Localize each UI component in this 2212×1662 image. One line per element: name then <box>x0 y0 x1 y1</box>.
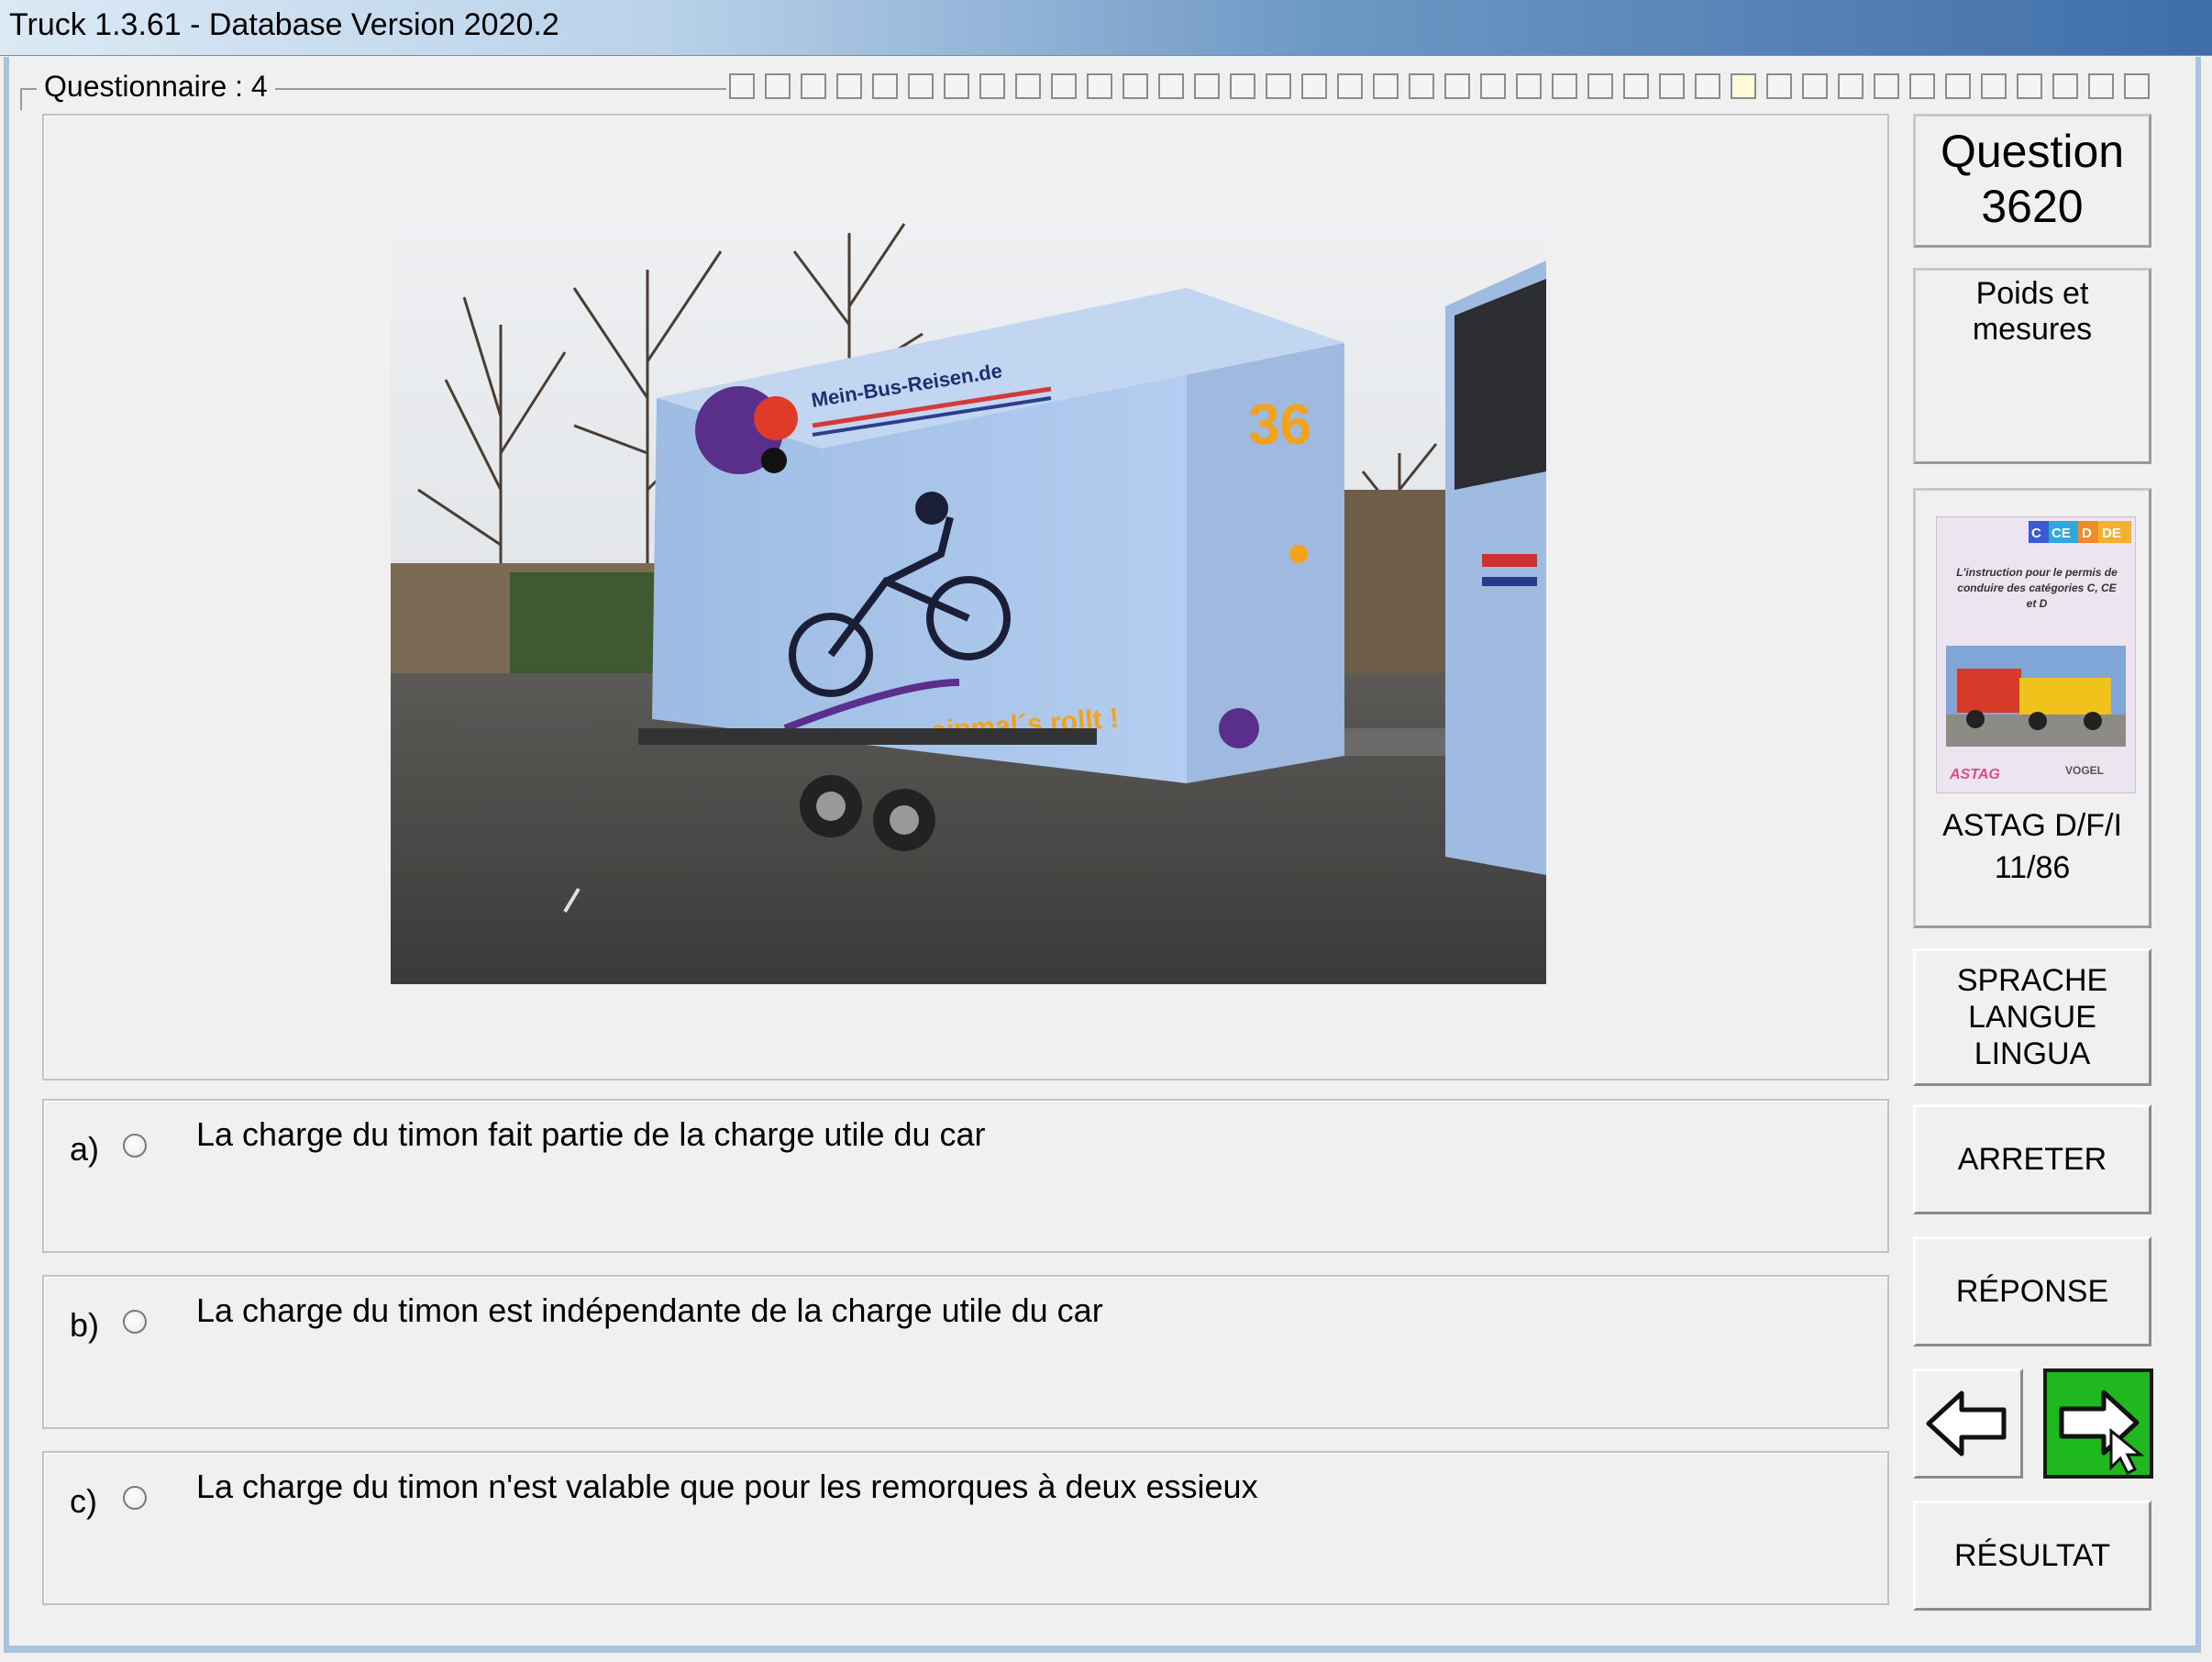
group-border-left <box>20 88 22 110</box>
arrow-left-icon <box>1926 1391 2007 1457</box>
language-button-it: LINGUA <box>1974 1036 2091 1071</box>
progress-cell <box>1659 73 1685 99</box>
badge-de: DE <box>2102 526 2121 541</box>
question-photo: Mein-Bus-Reisen.de 36 …einmal´s rollt ! <box>391 215 1546 984</box>
category-label: Poids et mesures <box>1972 276 2093 347</box>
book-logo-left: ASTAG <box>1949 767 2000 782</box>
progress-cell <box>908 73 934 99</box>
badge-d: D <box>2082 526 2092 541</box>
question-title: Question <box>1940 126 2125 177</box>
progress-cell <box>1909 73 1935 99</box>
progress-cell <box>1874 73 1899 99</box>
progress-cell <box>1087 73 1112 99</box>
progress-cell <box>872 73 898 99</box>
stop-button[interactable]: ARRETER <box>1913 1104 2151 1214</box>
answer-b-radio[interactable] <box>123 1310 147 1334</box>
progress-cell <box>2017 73 2042 99</box>
progress-cell <box>1266 73 1291 99</box>
book-cover-text: L'instruction pour le permis de conduire… <box>1956 566 2118 610</box>
answer-c-text[interactable]: La charge du timon n'est valable que pou… <box>196 1468 1258 1506</box>
language-button-de: SPRACHE <box>1956 963 2108 998</box>
badge-ce: CE <box>2052 526 2071 541</box>
answer-b-panel[interactable]: b) La charge du timon est indépendante d… <box>42 1275 1889 1429</box>
progress-cell <box>765 73 791 99</box>
answer-a-panel[interactable]: a) La charge du timon fait partie de la … <box>42 1099 1889 1253</box>
answer-a-letter: a) <box>70 1130 100 1168</box>
book-cover-svg: C CE D DE L'instruction pour le permis d… <box>1937 517 2135 792</box>
language-button[interactable]: SPRACHE LANGUE LINGUA <box>1913 948 2151 1086</box>
book-cover-image: C CE D DE L'instruction pour le permis d… <box>1936 516 2136 793</box>
progress-cell <box>2052 73 2078 99</box>
progress-cell <box>1802 73 1828 99</box>
answer-b-text[interactable]: La charge du timon est indépendante de l… <box>196 1291 1103 1330</box>
answer-button[interactable]: RÉPONSE <box>1913 1236 2151 1346</box>
language-button-fr: LANGUE <box>1968 1000 2096 1035</box>
book-label-line2: 11/86 <box>1994 850 2071 885</box>
reference-book-box: C CE D DE L'instruction pour le permis d… <box>1913 488 2151 928</box>
progress-cell <box>1552 73 1577 99</box>
progress-cell <box>836 73 862 99</box>
progress-cell <box>2124 73 2150 99</box>
question-number: 3620 <box>1981 181 2084 232</box>
progress-cell <box>944 73 969 99</box>
progress-cell <box>1838 73 1864 99</box>
answer-c-panel[interactable]: c) La charge du timon n'est valable que … <box>42 1451 1889 1605</box>
book-logo-right: VOGEL <box>2065 764 2104 777</box>
progress-cell <box>1409 73 1434 99</box>
question-progress-bar <box>729 73 2160 101</box>
title-bar: Truck 1.3.61 - Database Version 2020.2 <box>0 0 2212 56</box>
progress-cell <box>1480 73 1506 99</box>
badge-c: C <box>2031 526 2041 541</box>
progress-cell <box>1337 73 1363 99</box>
trailer-number-text: 36 <box>1248 393 1311 457</box>
arrow-right-icon <box>2059 1390 2145 1476</box>
trailer-photo-svg: Mein-Bus-Reisen.de 36 …einmal´s rollt ! <box>391 215 1546 984</box>
progress-cell <box>1731 73 1756 99</box>
result-button[interactable]: RÉSULTAT <box>1913 1501 2151 1611</box>
progress-cell <box>1373 73 1399 99</box>
book-label: ASTAG D/F/I 11/86 <box>1916 804 2149 889</box>
progress-cell <box>1301 73 1327 99</box>
answer-b-letter: b) <box>70 1306 100 1344</box>
category-box: Poids et mesures <box>1913 268 2151 464</box>
progress-cell <box>729 73 755 99</box>
answer-a-text[interactable]: La charge du timon fait partie de la cha… <box>196 1115 986 1154</box>
progress-cell <box>1587 73 1613 99</box>
progress-cell <box>1981 73 2007 99</box>
answer-c-letter: c) <box>70 1482 97 1520</box>
progress-cell <box>1194 73 1220 99</box>
progress-cell <box>1015 73 1041 99</box>
progress-cell <box>1945 73 1971 99</box>
progress-cell <box>2088 73 2114 99</box>
previous-button[interactable] <box>1913 1368 2023 1479</box>
progress-cell <box>1695 73 1720 99</box>
progress-cell <box>1051 73 1077 99</box>
answer-c-radio[interactable] <box>123 1486 147 1510</box>
progress-cell <box>979 73 1005 99</box>
progress-cell <box>1444 73 1470 99</box>
progress-cell <box>1158 73 1184 99</box>
progress-cell <box>1516 73 1542 99</box>
progress-cell <box>1123 73 1148 99</box>
mouse-cursor-icon <box>2109 1427 2145 1476</box>
question-number-box: Question 3620 <box>1913 114 2151 248</box>
book-label-line1: ASTAG D/F/I <box>1942 808 2122 843</box>
window-title: Truck 1.3.61 - Database Version 2020.2 <box>9 7 559 42</box>
progress-cell <box>801 73 826 99</box>
questionnaire-label: Questionnaire : 4 <box>37 70 275 104</box>
progress-cell <box>1766 73 1792 99</box>
next-button[interactable] <box>2043 1368 2153 1479</box>
progress-cell <box>1230 73 1255 99</box>
answer-a-radio[interactable] <box>123 1134 147 1158</box>
progress-cell <box>1623 73 1649 99</box>
